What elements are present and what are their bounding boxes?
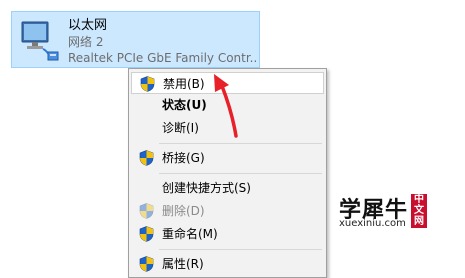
- network-adapter-ethernet[interactable]: 以太网 网络 2 Realtek PCIe GbE Family Contr..…: [11, 11, 260, 68]
- menu-item-label: 重命名(M): [162, 227, 218, 241]
- network-adapter-icon: [21, 21, 59, 61]
- menu-item-label: 诊断(I): [162, 121, 199, 135]
- menu-separator: [159, 173, 322, 174]
- menu-item-create-shortcut[interactable]: 创建快捷方式(S): [131, 177, 324, 199]
- menu-item-label: 属性(R): [162, 257, 204, 271]
- menu-item-label: 创建快捷方式(S): [162, 181, 251, 195]
- menu-separator: [159, 249, 322, 250]
- uac-shield-icon: [139, 150, 154, 166]
- menu-item-disable[interactable]: 禁用(B): [131, 72, 324, 94]
- uac-shield-icon: [139, 226, 154, 242]
- adapter-network: 网络 2: [68, 35, 104, 49]
- watermark-logo: 学犀牛 中文网 xuexiniu.com: [337, 192, 457, 232]
- menu-item-label: 禁用(B): [163, 77, 205, 91]
- menu-item-properties[interactable]: 属性(R): [131, 253, 324, 275]
- menu-item-delete: 删除(D): [131, 200, 324, 222]
- uac-shield-icon: [139, 203, 154, 219]
- menu-item-rename[interactable]: 重命名(M): [131, 223, 324, 245]
- adapter-name: 以太网: [68, 18, 108, 33]
- menu-item-status[interactable]: 状态(U): [131, 94, 324, 116]
- adapter-device: Realtek PCIe GbE Family Contr...: [68, 51, 258, 65]
- menu-item-label: 状态(U): [162, 98, 207, 112]
- uac-shield-icon: [139, 256, 154, 272]
- watermark-domain: xuexiniu.com: [339, 218, 406, 229]
- menu-item-bridge[interactable]: 桥接(G): [131, 147, 324, 169]
- context-menu: 禁用(B) 状态(U) 诊断(I) 桥接(G) 创建快捷方式(S) 删除(D): [128, 68, 327, 278]
- menu-item-label: 删除(D): [162, 204, 205, 218]
- menu-item-label: 桥接(G): [162, 151, 205, 165]
- uac-shield-icon: [140, 76, 155, 92]
- menu-item-diagnose[interactable]: 诊断(I): [131, 117, 324, 139]
- watermark-seal: 中文网: [411, 194, 427, 228]
- menu-separator: [159, 143, 322, 144]
